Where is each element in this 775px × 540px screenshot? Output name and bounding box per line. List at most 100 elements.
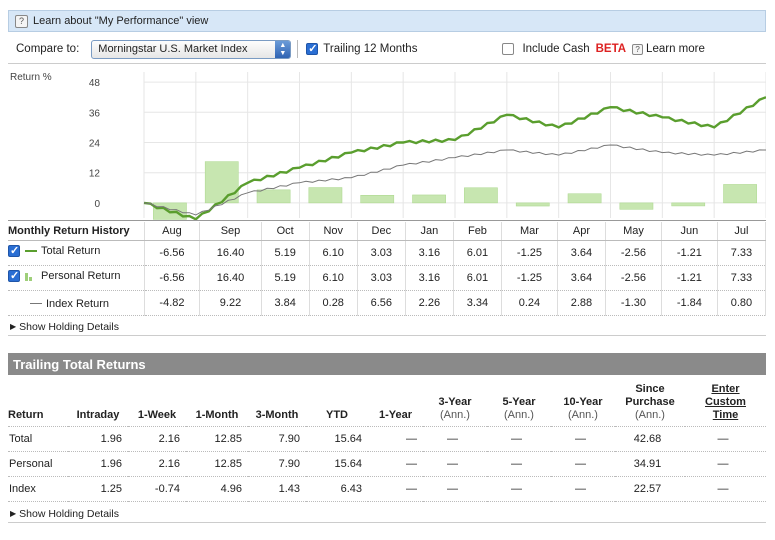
show-holding-details-toggle-2[interactable]: ▶ Show Holding Details bbox=[8, 505, 766, 523]
learn-about-bar[interactable]: ? Learn about "My Performance" view bbox=[8, 10, 766, 32]
monthly-return-history-table: Monthly Return History Aug Sep Oct Nov D… bbox=[8, 222, 767, 316]
show-holding-details-label: Show Holding Details bbox=[19, 507, 119, 520]
cell: -1.21 bbox=[661, 265, 718, 291]
cell: 2.16 bbox=[128, 451, 186, 477]
triangle-right-icon: ▶ bbox=[10, 509, 17, 518]
cell: — bbox=[423, 476, 487, 502]
row-label: Personal Return bbox=[41, 270, 121, 282]
cell: 0.28 bbox=[309, 290, 358, 316]
cell: -1.21 bbox=[661, 240, 718, 266]
include-cash-checkbox[interactable] bbox=[502, 43, 515, 55]
cell: — bbox=[487, 426, 551, 452]
history-header-row: Monthly Return History Aug Sep Oct Nov D… bbox=[8, 222, 767, 241]
cell: 12.85 bbox=[186, 451, 248, 477]
cell: 12.85 bbox=[186, 426, 248, 452]
cell: -1.84 bbox=[661, 290, 718, 316]
cell: 7.90 bbox=[248, 451, 306, 477]
month-header: May bbox=[605, 222, 662, 241]
cell: -2.56 bbox=[605, 265, 662, 291]
trailing-returns-table: Return Intraday 1-Week 1-Month 3-Month Y… bbox=[8, 378, 766, 502]
cell: -1.30 bbox=[605, 290, 662, 316]
cell: 15.64 bbox=[306, 451, 368, 477]
learn-about-link[interactable]: Learn about "My Performance" view bbox=[33, 15, 208, 27]
index-return-row: Index Return -4.82 9.22 3.84 0.28 6.56 2… bbox=[8, 290, 767, 316]
return-bar bbox=[567, 193, 602, 204]
return-bar bbox=[412, 194, 446, 204]
cell: — bbox=[423, 451, 487, 477]
cell: 0.80 bbox=[717, 290, 767, 316]
col-header: Intraday bbox=[68, 378, 128, 427]
month-header: Jun bbox=[661, 222, 718, 241]
month-header: Nov bbox=[309, 222, 358, 241]
col-header: Since Purchase bbox=[625, 382, 675, 408]
return-bar bbox=[308, 187, 343, 204]
cell: 2.16 bbox=[128, 426, 186, 452]
cell: 7.33 bbox=[717, 265, 767, 291]
cell: 3.64 bbox=[557, 265, 607, 291]
show-holding-details-toggle[interactable]: ▶ Show Holding Details bbox=[8, 318, 766, 336]
cell: 3.84 bbox=[261, 290, 310, 316]
ann-label: (Ann.) bbox=[635, 408, 665, 421]
enter-custom-time-link[interactable]: Enter Custom Time bbox=[701, 383, 751, 422]
col-header: YTD bbox=[306, 378, 368, 427]
month-header: Sep bbox=[199, 222, 262, 241]
cell: 3.03 bbox=[357, 240, 406, 266]
col-header: 1-Month bbox=[186, 378, 248, 427]
controls-bar: Compare to: Morningstar U.S. Market Inde… bbox=[8, 38, 766, 60]
bar-legend-icon bbox=[25, 271, 37, 281]
cell: -1.25 bbox=[501, 265, 558, 291]
y-tick-label: 0 bbox=[94, 199, 100, 210]
personal-return-checkbox[interactable] bbox=[8, 269, 20, 282]
ann-label: (Ann.) bbox=[440, 408, 470, 421]
trailing-header-row: Return Intraday 1-Week 1-Month 3-Month Y… bbox=[8, 378, 766, 427]
cell: 9.22 bbox=[199, 290, 262, 316]
ann-label: (Ann.) bbox=[504, 408, 534, 421]
learn-more-link[interactable]: Learn more bbox=[646, 43, 705, 55]
month-header: Jan bbox=[405, 222, 454, 241]
cell: 1.43 bbox=[248, 476, 306, 502]
month-header: Aug bbox=[144, 222, 201, 241]
cell: 6.43 bbox=[306, 476, 368, 502]
help-icon: ? bbox=[15, 14, 28, 28]
col-header: 1-Year bbox=[368, 378, 423, 427]
month-header: Feb bbox=[453, 222, 503, 241]
return-bar bbox=[464, 187, 498, 204]
compare-label: Compare to: bbox=[16, 43, 80, 55]
cell: 1.25 bbox=[68, 476, 128, 502]
return-bar bbox=[515, 202, 550, 207]
cell: 4.96 bbox=[186, 476, 248, 502]
cell: 6.56 bbox=[357, 290, 406, 316]
help-icon: ? bbox=[632, 43, 644, 55]
return-bar bbox=[360, 195, 395, 204]
month-header: Jul bbox=[717, 222, 767, 241]
green-line-legend-icon bbox=[25, 250, 37, 252]
cell: 3.34 bbox=[453, 290, 503, 316]
return-bar bbox=[204, 161, 239, 204]
cell: 1.96 bbox=[68, 451, 128, 477]
cell: 7.33 bbox=[717, 240, 767, 266]
cell: 2.88 bbox=[557, 290, 607, 316]
ann-label: (Ann.) bbox=[568, 408, 598, 421]
cell: 22.57 bbox=[615, 476, 685, 502]
cell: — bbox=[551, 451, 615, 477]
compare-select-value: Morningstar U.S. Market Index bbox=[98, 43, 248, 55]
cell: 16.40 bbox=[199, 265, 262, 291]
cell: 5.19 bbox=[261, 240, 310, 266]
cell: — bbox=[368, 426, 423, 452]
month-header: Oct bbox=[261, 222, 310, 241]
include-cash-label: Include Cash bbox=[522, 43, 590, 55]
cell: -6.56 bbox=[144, 265, 201, 291]
cell: 42.68 bbox=[615, 426, 685, 452]
col-header: 1-Week bbox=[128, 378, 186, 427]
row-label: Total Return bbox=[41, 245, 101, 257]
col-header: 3-Year bbox=[438, 395, 472, 408]
cell: — bbox=[551, 476, 615, 502]
trailing-checkbox[interactable] bbox=[306, 42, 319, 55]
col-header: Return bbox=[8, 378, 68, 427]
compare-select[interactable]: Morningstar U.S. Market Index ▲ ▼ bbox=[91, 39, 292, 59]
cell: 0.24 bbox=[501, 290, 558, 316]
cell: 16.40 bbox=[199, 240, 262, 266]
total-return-checkbox[interactable] bbox=[8, 244, 20, 257]
beta-badge: BETA bbox=[595, 43, 627, 55]
cell: 3.03 bbox=[357, 265, 406, 291]
